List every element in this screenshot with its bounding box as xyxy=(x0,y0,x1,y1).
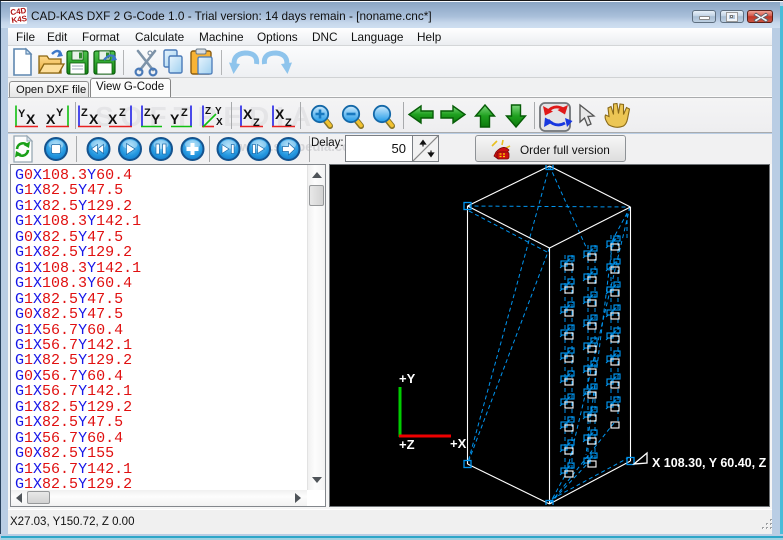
svg-text:Y: Y xyxy=(170,111,180,127)
svg-text:Z: Z xyxy=(253,117,260,129)
svg-text:+X: +X xyxy=(450,436,467,451)
svg-text:X: X xyxy=(275,106,285,122)
svg-text:X: X xyxy=(216,117,223,128)
svg-text:Y: Y xyxy=(151,111,161,127)
svg-text:X: X xyxy=(89,111,99,127)
svg-text:X: X xyxy=(26,111,36,127)
svg-text:Z: Z xyxy=(285,117,292,129)
svg-text:X 108.30, Y 60.40, Z: X 108.30, Y 60.40, Z xyxy=(652,456,767,470)
svg-text:X: X xyxy=(46,111,56,127)
svg-text:Y: Y xyxy=(18,108,26,120)
svg-text:X: X xyxy=(108,111,118,127)
svg-text:Y: Y xyxy=(56,107,64,119)
svg-text:Z: Z xyxy=(144,107,151,119)
svg-text:Z: Z xyxy=(205,106,211,117)
svg-text:Y: Y xyxy=(215,106,222,117)
svg-text:Z: Z xyxy=(181,107,188,119)
svg-text:+Y: +Y xyxy=(399,371,416,386)
svg-text:+Z: +Z xyxy=(399,437,415,452)
svg-text:Z: Z xyxy=(81,107,88,119)
svg-text:Z: Z xyxy=(119,107,126,119)
svg-text:X: X xyxy=(243,106,253,122)
